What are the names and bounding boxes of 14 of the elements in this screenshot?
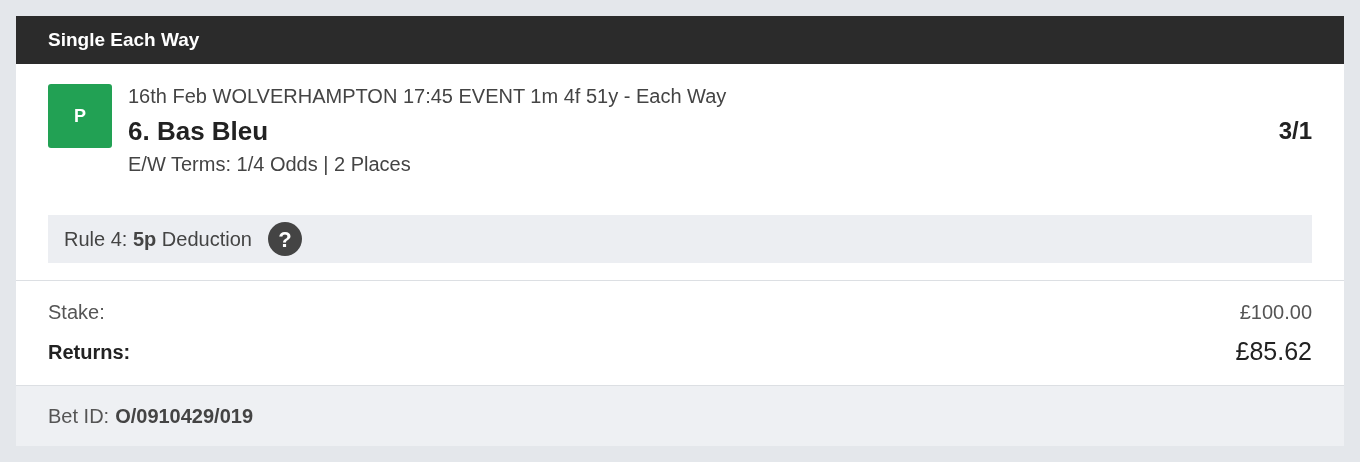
- bet-id-value: O/0910429/019: [115, 403, 254, 429]
- total-value: £100.00: [1239, 300, 1312, 325]
- help-icon[interactable]: ?: [267, 222, 302, 256]
- total-value: £85.62: [1235, 336, 1312, 367]
- bet-type-title: Single Each Way: [48, 27, 200, 52]
- each-way-terms: E/W Terms: 1/4 Odds | 2 Places: [128, 152, 412, 176]
- bet-id-label: Bet ID:: [48, 403, 110, 429]
- event-info: 16th Feb WOLVERHAMPTON 17:45 EVENT 1m 4f 51y - Each Way: [128, 84, 728, 108]
- odds: 3/1: [1278, 116, 1312, 146]
- runner-name: 6. Bas Bleu: [128, 115, 269, 147]
- total-label: Returns:: [48, 339, 131, 365]
- status-badge: P: [48, 84, 112, 148]
- rule4-text: Rule 4: 5p Deduction: [64, 227, 252, 252]
- total-label: Stake:: [48, 300, 105, 325]
